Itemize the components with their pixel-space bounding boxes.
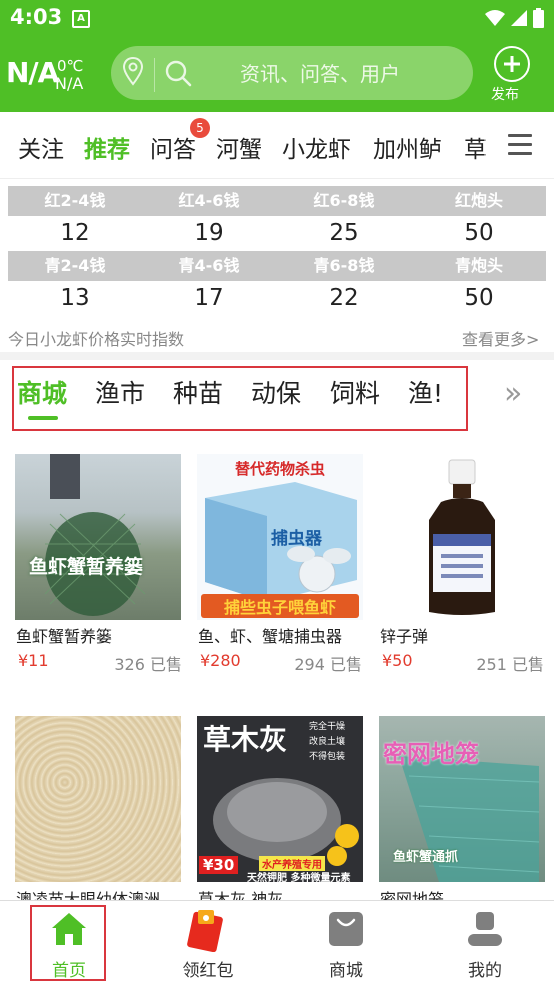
view-more-link[interactable]: 查看更多> (462, 326, 539, 350)
menu-icon[interactable] (508, 134, 532, 156)
location-icon[interactable] (122, 56, 144, 86)
product-image-caption: 鱼虾蟹通抓 (393, 850, 459, 865)
tab-follow[interactable]: 关注 (18, 130, 64, 164)
product-name[interactable]: 锌子弹 (380, 623, 546, 647)
price-value: 13 (60, 285, 90, 311)
battery-icon (533, 8, 544, 28)
red-envelope-icon[interactable] (184, 908, 226, 952)
product-image-title: 密网地笼 (383, 740, 479, 768)
nav-mall[interactable]: 商城 (306, 956, 386, 981)
notification-a-icon: A (72, 10, 90, 28)
tab-bass[interactable]: 加州鲈 (373, 130, 442, 164)
product-image[interactable] (15, 716, 181, 882)
price-label: 青2-4钱 (44, 256, 106, 275)
price-label: 红炮头 (454, 191, 503, 210)
product-price: ¥280 (200, 651, 241, 670)
product-image-band: 天然钾肥 多种微量元素 (247, 873, 351, 882)
product-image[interactable]: 草木灰 完全干燥 改良土壤 不得包装 ¥30 水产养殖专用 天然钾肥 多种微量元… (197, 716, 363, 882)
tab-qa[interactable]: 问答 (150, 130, 196, 164)
product-name[interactable]: 鱼、虾、蟹塘捕虫器 (198, 623, 364, 647)
weather-temp: 0℃ (57, 57, 84, 75)
wifi-icon (485, 10, 505, 26)
shop-tabs-highlight (12, 366, 468, 431)
publish-button[interactable]: 发布 (491, 84, 519, 104)
section-divider (0, 352, 554, 360)
product-image-title: 草木灰 (203, 723, 288, 756)
shop-tab-mall[interactable]: 商城 (17, 374, 67, 410)
price-value: 50 (464, 220, 494, 246)
shopping-bag-icon[interactable] (327, 910, 365, 948)
product-sold: 251 已售 (476, 655, 544, 674)
product-image[interactable]: 密网地笼 鱼虾蟹通抓 (379, 716, 545, 882)
shop-tab-fishing[interactable]: 渔! (408, 374, 464, 410)
home-icon[interactable] (50, 910, 88, 948)
nav-profile[interactable]: 我的 (445, 956, 525, 981)
price-value: 25 (329, 220, 359, 246)
product-image-tags: 完全干燥 改良土壤 不得包装 (309, 720, 345, 765)
tab-recommend[interactable]: 推荐 (84, 130, 130, 164)
price-value: 19 (194, 220, 224, 246)
product-image[interactable]: 替代药物杀虫 捕虫器 捕些虫子喂鱼虾 (197, 454, 363, 620)
price-value: 12 (60, 220, 90, 246)
product-name[interactable]: 鱼虾蟹暂养篓 (16, 623, 182, 647)
signal-icon (511, 10, 527, 26)
shop-tab-health[interactable]: 动保 (251, 374, 301, 410)
tab-crab[interactable]: 河蟹 (216, 130, 262, 164)
shop-tab-seedling[interactable]: 种苗 (173, 374, 223, 410)
price-label: 青6-8钱 (313, 256, 375, 275)
price-label: 红4-6钱 (178, 191, 240, 210)
tag: 不得包装 (309, 752, 346, 762)
price-value: 17 (194, 285, 224, 311)
tag: 完全干燥 (309, 722, 346, 732)
price-label: 红6-8钱 (313, 191, 375, 210)
nav-home[interactable]: 首页 (29, 956, 109, 981)
product-image[interactable] (379, 454, 545, 620)
status-icons (485, 8, 544, 28)
search-input[interactable]: 资讯、问答、用户 (200, 58, 440, 87)
shop-tab-market[interactable]: 渔市 (95, 374, 145, 410)
status-time: 4:03 (10, 5, 63, 29)
search-divider (154, 58, 155, 92)
price-value: 22 (329, 285, 359, 311)
user-icon[interactable] (466, 910, 504, 948)
product-image-banner: 捕些虫子喂鱼虾 (201, 594, 359, 618)
tag: 改良土壤 (309, 737, 346, 747)
shop-tab-feed[interactable]: 饲料 (330, 374, 380, 410)
weather-main: N/A (6, 56, 59, 89)
active-tab-underline (28, 416, 58, 420)
product-image-caption: 鱼虾蟹暂养篓 (29, 556, 144, 578)
nav-red-envelope[interactable]: 领红包 (168, 956, 248, 981)
product-price: ¥50 (382, 651, 413, 670)
price-label: 青炮头 (454, 256, 503, 275)
price-label: 青4-6钱 (178, 256, 240, 275)
publish-icon[interactable] (494, 46, 530, 82)
product-image-brand: 捕虫器 (271, 529, 322, 549)
weather-condition: N/A (55, 74, 84, 93)
price-value: 50 (464, 285, 494, 311)
product-price: ¥11 (18, 651, 49, 670)
search-icon (165, 60, 192, 87)
product-image-price: ¥30 (199, 856, 239, 874)
product-sold: 326 已售 (114, 655, 182, 674)
product-image[interactable]: 鱼虾蟹暂养篓 (15, 454, 181, 620)
price-label: 红2-4钱 (44, 191, 106, 210)
product-sold: 294 已售 (294, 655, 362, 674)
more-tabs-icon[interactable]: » (504, 376, 522, 411)
qa-badge: 5 (190, 118, 210, 138)
tab-crayfish[interactable]: 小龙虾 (282, 130, 351, 164)
price-note: 今日小龙虾价格实时指数 (8, 330, 185, 349)
